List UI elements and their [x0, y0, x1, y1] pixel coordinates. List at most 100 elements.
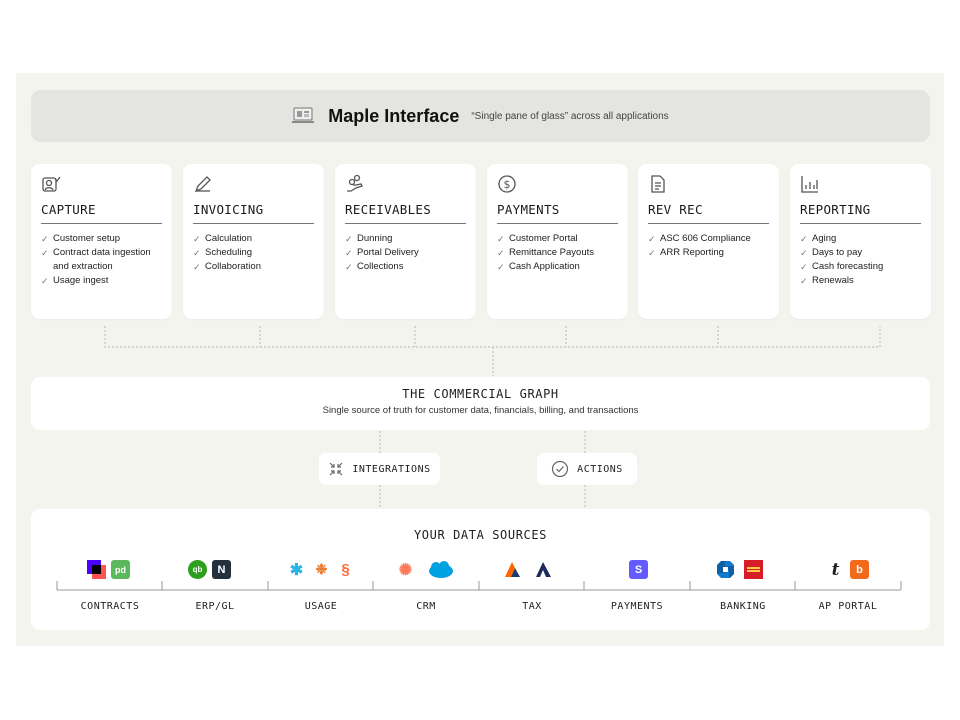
card-title: REPORTING: [800, 202, 871, 217]
avalara-logo-icon: [503, 560, 522, 579]
pen-icon: [194, 176, 211, 193]
card-capture: CAPTURE ✓ Customer setup ✓ Contract data i…: [31, 164, 172, 319]
divider: [497, 223, 618, 224]
check-icon: ✓: [193, 248, 201, 258]
list-item: ✓ Customer setup: [41, 233, 121, 244]
feature-list: ✓ Customer Portal ✓ Remittance Payouts ✓ Ca…: [497, 232, 622, 274]
check-icon: ✓: [41, 276, 49, 286]
card-title: REV REC: [648, 202, 703, 217]
check-icon: ✓: [345, 234, 353, 244]
check-icon: ✓: [800, 276, 808, 286]
divider: [648, 223, 769, 224]
check-icon: ✓: [193, 262, 201, 272]
dollar-circle-icon: $: [498, 175, 516, 193]
list-item: ✓ Collections: [345, 261, 404, 272]
list-item: ✓ Days to pay: [800, 247, 863, 258]
card-rev-rec: REV REC ✓ ASC 606 Compliance ✓ ARR Reporti…: [638, 164, 779, 319]
list-item: ✓ Scheduling: [193, 247, 253, 258]
segment-logo-icon: §: [341, 561, 350, 578]
salesforce-logo-icon: [428, 560, 454, 579]
check-icon: ✓: [345, 248, 353, 258]
check-icon: ✓: [41, 234, 49, 244]
docusign-logo-icon: [87, 560, 106, 579]
check-icon: ✓: [648, 248, 656, 258]
feature-list: ✓ Aging ✓ Days to pay ✓ Cash forecasting ✓ R…: [800, 232, 925, 288]
divider: [345, 223, 466, 224]
bar-chart-icon: [801, 176, 818, 193]
chase-logo-icon: [716, 560, 735, 579]
feature-list: ✓ Calculation ✓ Scheduling ✓ Collaboration: [193, 232, 318, 274]
list-item: ✓ ASC 606 Compliance: [648, 233, 751, 244]
check-icon: ✓: [800, 234, 808, 244]
anrok-logo-icon: [534, 560, 553, 579]
list-item: ✓ Customer Portal: [497, 233, 578, 244]
list-item: ✓ ARR Reporting: [648, 247, 724, 258]
pandadoc-logo-icon: pd: [111, 560, 130, 579]
stripe-logo-icon: S: [629, 560, 648, 579]
databricks-logo-icon: ❉: [315, 561, 328, 577]
card-title: PAYMENTS: [497, 202, 560, 217]
check-icon: ✓: [648, 234, 656, 244]
check-circle-icon: [552, 460, 569, 478]
divider: [41, 223, 162, 224]
check-icon: ✓: [497, 248, 505, 258]
data-sources-box: YOUR DATA SOURCES pd qb N ✱ ❉ § ✺ S t b: [31, 509, 930, 630]
feature-list: ✓ Dunning ✓ Portal Delivery ✓ Collections: [345, 232, 470, 274]
source-label-ap-portal: AP PORTAL: [818, 601, 878, 612]
laptop-icon: [292, 107, 315, 123]
commercial-graph-box: THE COMMERCIAL GRAPH Single source of tr…: [31, 377, 930, 430]
source-label-payments: PAYMENTS: [610, 601, 664, 612]
list-item: ✓ Usage ingest: [41, 275, 109, 286]
list-item: ✓ Contract data ingestion: [41, 247, 151, 258]
source-label-banking: BANKING: [720, 601, 766, 612]
list-item: ✓ Cash forecasting: [800, 261, 884, 272]
list-item: ✓ Dunning: [345, 233, 393, 244]
source-label-crm: CRM: [416, 601, 436, 612]
card-invoicing: INVOICING ✓ Calculation ✓ Scheduling ✓ Coll…: [183, 164, 324, 319]
list-item: ✓ Aging: [800, 233, 837, 244]
document-icon: [651, 175, 665, 193]
tipalti-logo-icon: t: [831, 559, 840, 580]
list-item: ✓ Renewals: [800, 275, 854, 286]
list-item: ✓ Collaboration: [193, 261, 261, 272]
netsuite-logo-icon: N: [212, 560, 231, 579]
card-reporting: REPORTING ✓ Aging ✓ Days to pay ✓ Cash fore…: [790, 164, 931, 319]
source-label-erp-gl: ERP/GL: [195, 601, 235, 612]
feature-list: ✓ Customer setup ✓ Contract data ingestion…: [41, 232, 166, 288]
capture-icon: [42, 176, 61, 192]
source-label-tax: TAX: [522, 601, 542, 612]
bill-logo-icon: b: [850, 560, 869, 579]
snowflake-logo-icon: ✱: [289, 561, 304, 579]
check-icon: ✓: [41, 248, 49, 258]
integrations-label: INTEGRATIONS: [352, 463, 431, 475]
banner-title: Maple Interface: [328, 105, 460, 126]
check-icon: ✓: [497, 234, 505, 244]
quickbooks-logo-icon: qb: [188, 560, 207, 579]
actions-label: ACTIONS: [577, 463, 623, 475]
list-item: ✓ Remittance Payouts: [497, 247, 595, 258]
integrations-pill: INTEGRATIONS: [319, 453, 440, 485]
list-item: ✓ Calculation: [193, 233, 252, 244]
divider: [800, 223, 921, 224]
card-title: INVOICING: [193, 202, 264, 217]
maple-interface-banner: Maple Interface “Single pane of glass” a…: [31, 90, 930, 142]
hubspot-logo-icon: ✺: [398, 561, 413, 579]
check-icon: ✓: [800, 262, 808, 272]
source-label-usage: USAGE: [304, 601, 338, 612]
hand-coins-icon: [347, 174, 363, 192]
card-payments: $ PAYMENTS ✓ Customer Portal ✓ Remittance …: [487, 164, 628, 319]
list-item: ✓ Portal Delivery: [345, 247, 419, 258]
feature-list: ✓ ASC 606 Compliance ✓ ARR Reporting: [648, 232, 773, 260]
banner-subtitle: “Single pane of glass” across all applic…: [471, 110, 669, 122]
graph-subtitle: Single source of truth for customer data…: [322, 405, 639, 416]
arrows-in-icon: [329, 462, 343, 476]
check-icon: ✓: [345, 262, 353, 272]
actions-pill: ACTIONS: [537, 453, 637, 485]
check-icon: ✓: [193, 234, 201, 244]
wells-fargo-logo-icon: [744, 560, 763, 579]
divider: [193, 223, 314, 224]
graph-title: THE COMMERCIAL GRAPH: [402, 387, 559, 401]
list-item: ✓ Cash Application: [497, 261, 580, 272]
check-icon: ✓: [497, 262, 505, 272]
source-label-contracts: CONTRACTS: [80, 601, 140, 612]
